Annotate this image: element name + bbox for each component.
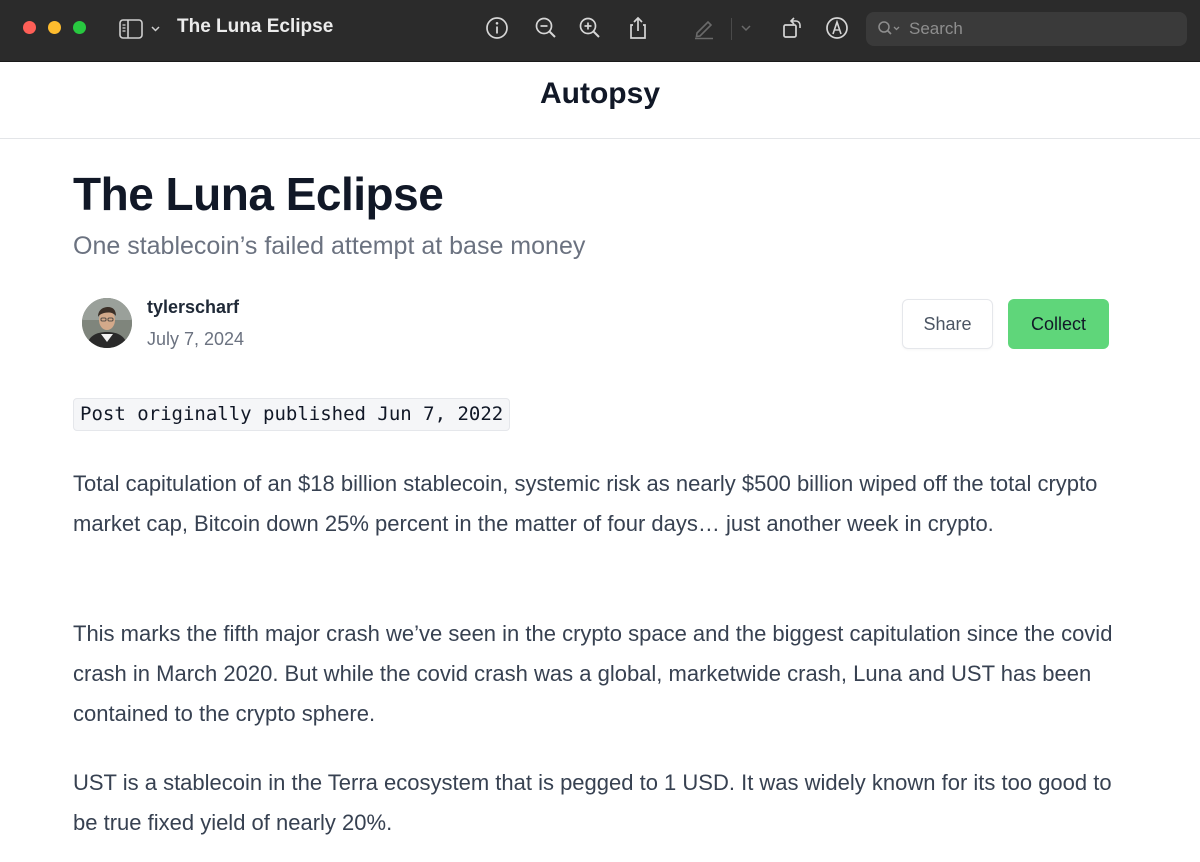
close-window-button[interactable] [23,21,36,34]
zoom-out-button[interactable] [533,15,559,41]
sidebar-toggle-button[interactable] [118,17,164,41]
info-button[interactable] [484,15,510,41]
zoom-in-icon [579,17,600,38]
markup-menu-button[interactable] [735,15,757,41]
site-header: Autopsy [0,62,1200,139]
search-field[interactable] [866,12,1187,46]
collect-button[interactable]: Collect [1008,299,1109,349]
zoom-in-button[interactable] [577,15,603,41]
markup-icon [826,17,848,39]
rotate-icon [783,17,801,38]
author-avatar[interactable] [82,298,132,348]
sidebar-icon [119,19,160,39]
zoom-out-icon [535,17,556,38]
original-publication-note: Post originally published Jun 7, 2022 [73,398,511,431]
post-date: July 7, 2024 [147,329,245,349]
info-icon [486,17,508,39]
minimize-window-button[interactable] [48,21,61,34]
avatar-image [82,298,132,348]
article-paragraph: UST is a stablecoin in the Terra ecosyst… [73,770,1112,835]
author-name[interactable]: tylerscharf [147,297,239,318]
share-sheet-button[interactable] [625,15,651,41]
pen-icon [695,20,713,40]
window-title: The Luna Eclipse [177,16,334,37]
window-toolbar: The Luna Eclipse [0,0,1200,62]
article-paragraph: Total capitulation of an $18 billion sta… [73,471,1098,536]
annotate-button[interactable] [824,15,850,41]
post-title: The Luna Eclipse [73,168,444,220]
toolbar-separator [731,18,732,40]
maximize-window-button[interactable] [73,21,86,34]
rotate-button[interactable] [779,15,805,41]
search-input[interactable] [909,12,1179,46]
search-icon [878,21,900,35]
share-button[interactable]: Share [902,299,993,349]
chevron-down-icon [741,25,751,32]
markup-pen-button[interactable] [691,15,717,41]
site-name[interactable]: Autopsy [0,77,1200,111]
share-icon [630,16,646,39]
article-paragraph: This marks the fifth major crash we’ve s… [73,621,1113,726]
post-subtitle: One stablecoin’s failed attempt at base … [73,232,586,260]
